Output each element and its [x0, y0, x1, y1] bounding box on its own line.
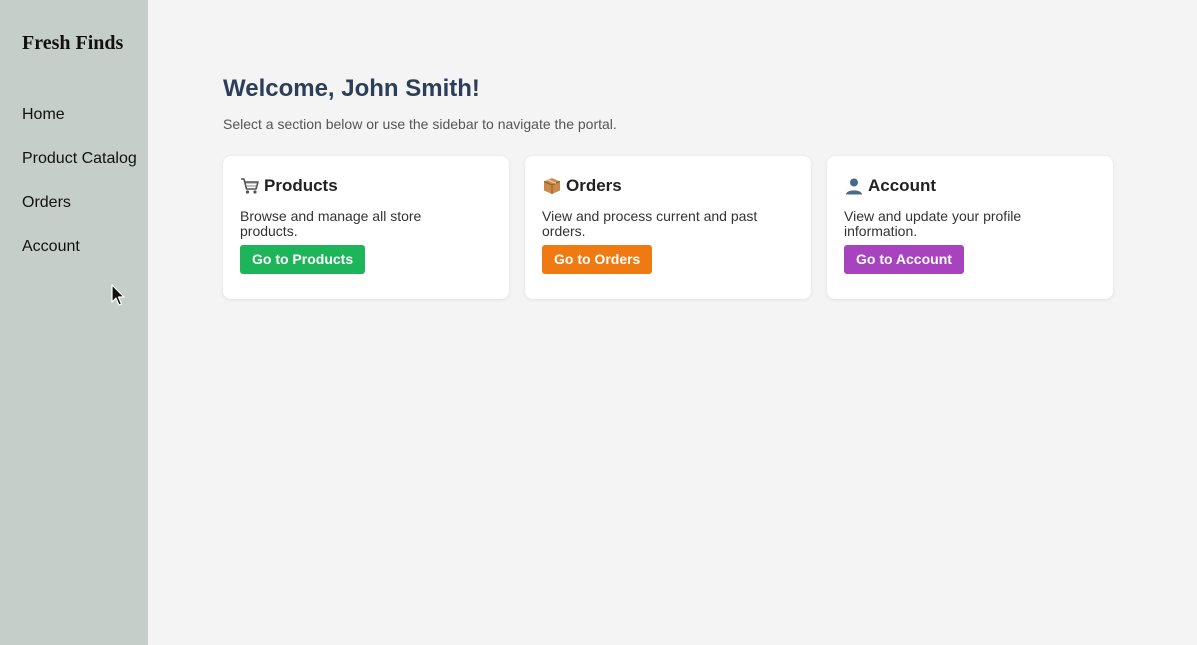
sidebar-item-product-catalog[interactable]: Product Catalog	[22, 149, 137, 193]
brand-logo[interactable]: Fresh Finds	[22, 32, 123, 55]
orders-card-heading: Orders	[566, 176, 622, 195]
account-card-title: Account	[844, 176, 1096, 196]
products-card: Products Browse and manage all store pro…	[223, 156, 509, 299]
page-title: Welcome, John Smith!	[223, 75, 480, 102]
page-subtitle: Select a section below or use the sideba…	[223, 116, 617, 132]
go-to-account-button[interactable]: Go to Account	[844, 245, 964, 274]
products-card-title: Products	[240, 176, 492, 196]
sidebar-nav: Home Product Catalog Orders Account	[22, 105, 137, 281]
sidebar-item-home[interactable]: Home	[22, 105, 137, 149]
package-icon	[543, 178, 561, 194]
orders-card-title: Orders	[542, 176, 794, 196]
go-to-products-button[interactable]: Go to Products	[240, 245, 366, 274]
sidebar: Fresh Finds Home Product Catalog Orders …	[0, 0, 148, 645]
products-card-description: Browse and manage all store products.	[240, 208, 422, 239]
sidebar-item-account[interactable]: Account	[22, 237, 137, 281]
account-card-description: View and update your profile information…	[844, 208, 1022, 239]
products-card-heading: Products	[264, 176, 338, 195]
portal-app: Fresh Finds Home Product Catalog Orders …	[0, 0, 1197, 645]
shopping-cart-icon	[241, 178, 259, 194]
sidebar-item-orders[interactable]: Orders	[22, 193, 137, 237]
mouse-cursor-icon	[111, 284, 125, 306]
orders-card: Orders View and process current and past…	[525, 156, 811, 299]
user-icon	[846, 178, 862, 195]
account-card: Account View and update your profile inf…	[827, 156, 1113, 299]
go-to-orders-button[interactable]: Go to Orders	[542, 245, 653, 274]
account-card-heading: Account	[868, 176, 936, 195]
orders-card-description: View and process current and past orders…	[542, 208, 758, 239]
